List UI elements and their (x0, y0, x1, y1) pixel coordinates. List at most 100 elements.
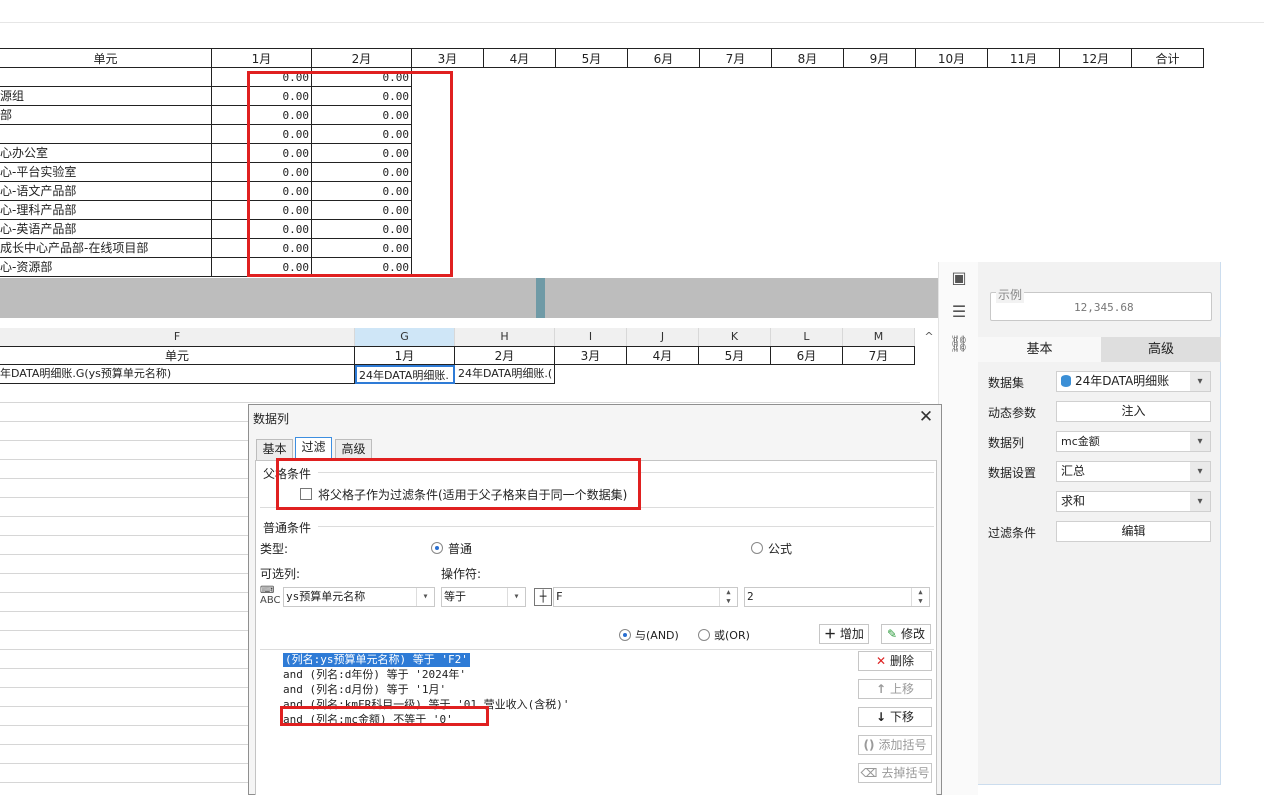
move-up-label: 上移 (890, 682, 915, 696)
cell-i-header[interactable]: 3月 (555, 346, 627, 365)
add-label: 增加 (839, 627, 864, 641)
col-header-i[interactable]: I (555, 328, 627, 346)
add-bracket-label: 添加括号 (878, 738, 927, 752)
and-radio[interactable] (619, 629, 631, 641)
col-header-f[interactable]: F (0, 328, 355, 346)
property-panel: 示例 12,345.68 基本 高级 数据集 24年DATA明细账 ▾ 动态参数… (978, 262, 1221, 785)
add-button[interactable]: ＋ 增加 (819, 624, 869, 644)
data-column-value: mc金额 (1061, 435, 1100, 448)
delete-button[interactable]: ✕ 删除 (858, 651, 932, 671)
cell-h-data[interactable]: 24年DATA明细账.( (455, 365, 555, 384)
report-header-m10: 10月 (916, 48, 988, 68)
report-row-label: 心办公室 (0, 144, 212, 163)
column-type-icon[interactable]: ⌨ ABC (260, 586, 281, 606)
cell-h-header[interactable]: 2月 (455, 346, 555, 365)
move-down-label: 下移 (890, 710, 915, 724)
cell-l-header[interactable]: 6月 (771, 346, 843, 365)
col-header-m[interactable]: M (843, 328, 915, 346)
chevron-down-icon[interactable]: ▾ (1190, 462, 1210, 481)
sheet-row[interactable] (0, 384, 920, 403)
spinner-icon[interactable]: ▲ ▼ (911, 588, 929, 606)
aggregate-select[interactable]: 求和 ▾ (1056, 491, 1211, 512)
data-setting-value: 汇总 (1061, 464, 1086, 478)
or-label: 或(OR) (714, 629, 750, 642)
value-cell-row[interactable]: 2 ▲ ▼ (744, 587, 930, 607)
move-up-button[interactable]: ↑ 上移 (858, 679, 932, 699)
report-header-total: 合计 (1132, 48, 1204, 68)
condition-item[interactable]: (列名:ys预算单元名称) 等于 'F2' (283, 653, 470, 667)
cell-k-header[interactable]: 5月 (699, 346, 771, 365)
report-header-m6: 6月 (628, 48, 700, 68)
cell-f-data[interactable]: 年DATA明细账.G(ys预算单元名称) (0, 365, 355, 384)
cell-f-header[interactable]: 单元 (0, 346, 355, 365)
report-row-label: 心-理科产品部 (0, 201, 212, 220)
close-icon[interactable]: ✕ (917, 407, 935, 427)
widget-icon[interactable]: ☰ (949, 302, 969, 322)
bracket-icon: () (863, 738, 875, 752)
scroll-up-button[interactable]: ^ (920, 328, 938, 346)
col-header-j[interactable]: J (627, 328, 699, 346)
link-icon[interactable]: ⛓ (949, 334, 969, 354)
operator-select[interactable]: 等于 ▾ (441, 587, 526, 607)
condition-item[interactable]: and (列名:d年份) 等于 '2024年' (283, 668, 466, 682)
col-header-h[interactable]: H (455, 328, 555, 346)
highlight-box-report (247, 71, 453, 277)
spinner-icon[interactable]: ▲ ▼ (719, 588, 737, 606)
column-select[interactable]: ys预算单元名称 ▾ (283, 587, 435, 607)
tab-basic[interactable]: 基本 (256, 439, 293, 460)
cell-picker-icon[interactable]: ┼ (534, 588, 552, 606)
database-icon (1061, 375, 1071, 387)
cell-g-header[interactable]: 1月 (355, 346, 455, 365)
cell-g-data-selected[interactable]: 24年DATA明细账. (355, 365, 455, 384)
col-header-k[interactable]: K (699, 328, 771, 346)
modify-button[interactable]: ✎ 修改 (881, 624, 931, 644)
type-formula-radio[interactable] (751, 542, 763, 554)
cell-m-header[interactable]: 7月 (843, 346, 915, 365)
move-down-button[interactable]: ↓ 下移 (858, 707, 932, 727)
data-setting-select[interactable]: 汇总 ▾ (1056, 461, 1211, 482)
add-bracket-button[interactable]: () 添加括号 (858, 735, 932, 755)
operator-value: 等于 (444, 590, 466, 603)
condition-list[interactable]: (列名:ys预算单元名称) 等于 'F2' and (列名:d年份) 等于 '2… (283, 651, 853, 751)
remove-bracket-button[interactable]: ⌫ 去掉括号 (858, 763, 932, 783)
inject-button[interactable]: 注入 (1056, 401, 1211, 422)
chevron-down-icon[interactable]: ▾ (1190, 432, 1210, 451)
data-column-dialog: 数据列 ✕ 基本 过滤 高级 父格条件 将父格子作为过滤条件(适用于父子格来自于… (248, 404, 942, 795)
chevron-down-icon[interactable]: ▾ (507, 588, 525, 606)
cell-element-icon[interactable]: ▣ (949, 268, 969, 288)
tab-advanced[interactable]: 高级 (1101, 337, 1221, 362)
condition-item[interactable]: and (列名:d月份) 等于 '1月' (283, 683, 446, 697)
tab-basic[interactable]: 基本 (978, 337, 1101, 362)
side-toolbar: ▣ ☰ ⛓ (938, 262, 978, 795)
report-row-label (0, 68, 212, 87)
chevron-down-icon[interactable]: ▾ (416, 588, 434, 606)
dataset-label: 数据集 (988, 376, 1025, 390)
example-value: 12,345.68 (1074, 301, 1134, 314)
report-row-label: 成长中心产品部-在线项目部 (0, 239, 212, 258)
type-normal-radio[interactable] (431, 542, 443, 554)
report-header-m5: 5月 (556, 48, 628, 68)
tab-advanced[interactable]: 高级 (335, 439, 372, 460)
type-label: 类型: (260, 542, 289, 556)
filter-label: 过滤条件 (988, 526, 1037, 540)
divider (318, 526, 934, 527)
or-radio[interactable] (698, 629, 710, 641)
report-row-label: 心-平台实验室 (0, 163, 212, 182)
report-row-label: 心-资源部 (0, 258, 212, 277)
close-icon: ✕ (875, 654, 887, 668)
report-header-unit: 单元 (0, 48, 212, 68)
dataset-select[interactable]: 24年DATA明细账 ▾ (1056, 371, 1211, 392)
chevron-down-icon[interactable]: ▾ (1190, 372, 1210, 391)
filter-edit-button[interactable]: 编辑 (1056, 521, 1211, 542)
col-header-l[interactable]: L (771, 328, 843, 346)
highlight-box-parent (276, 458, 641, 510)
col-header-g[interactable]: G (355, 328, 455, 346)
report-row-label: 源组 (0, 87, 212, 106)
data-column-label: 数据列 (988, 436, 1025, 450)
tab-filter[interactable]: 过滤 (295, 437, 332, 459)
cell-j-header[interactable]: 4月 (627, 346, 699, 365)
value-cell-col[interactable]: F ▲ ▼ (553, 587, 738, 607)
chevron-down-icon[interactable]: ▾ (1190, 492, 1210, 511)
data-column-select[interactable]: mc金额 ▾ (1056, 431, 1211, 452)
delete-label: 删除 (890, 654, 915, 668)
